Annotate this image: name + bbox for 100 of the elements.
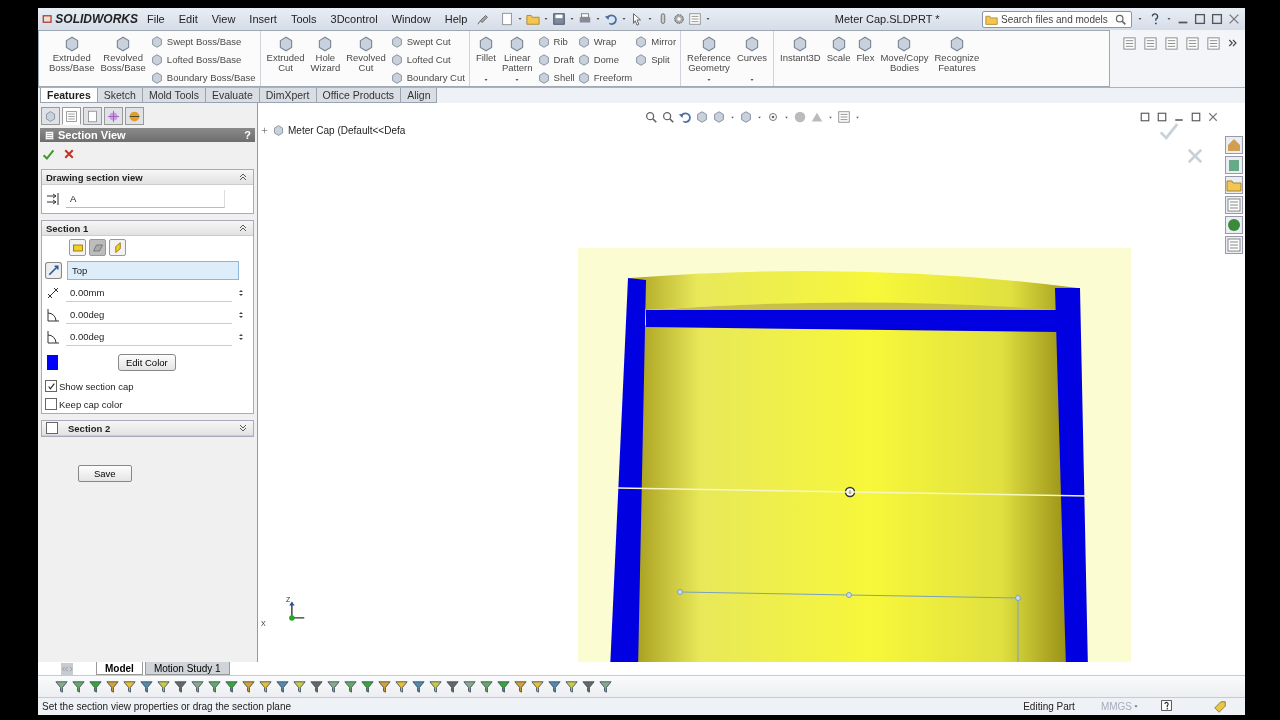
ribbon-button[interactable]: Split xyxy=(634,51,677,68)
restore-icon[interactable] xyxy=(1190,111,1202,123)
edit-color-button[interactable]: Edit Color xyxy=(118,354,176,371)
ribbon-tab[interactable]: Office Products xyxy=(315,88,402,103)
ribbon-tab[interactable]: Evaluate xyxy=(204,88,260,103)
folder-icon[interactable] xyxy=(1225,176,1243,194)
checkbox[interactable] xyxy=(45,380,57,392)
plane-button[interactable] xyxy=(69,239,86,256)
zoom-area-icon[interactable] xyxy=(661,110,675,124)
ribbon-button[interactable]: Scale xyxy=(824,31,853,86)
ribbon-button[interactable]: Draft xyxy=(536,51,575,68)
filter-icon[interactable] xyxy=(190,679,205,694)
filter-icon[interactable] xyxy=(275,679,290,694)
spin-arrows-icon[interactable] xyxy=(237,287,245,299)
settings-icon[interactable] xyxy=(672,12,687,26)
ribbon-button[interactable]: Move/Copy Bodies xyxy=(878,31,931,86)
filter-icon[interactable] xyxy=(173,679,188,694)
home-icon[interactable] xyxy=(1225,136,1243,154)
filter-icon[interactable] xyxy=(598,679,613,694)
reference-field[interactable]: Top xyxy=(67,261,239,280)
color-swatch[interactable] xyxy=(47,355,58,370)
filter-icon[interactable] xyxy=(71,679,86,694)
filter-icon[interactable] xyxy=(122,679,137,694)
group-header[interactable]: Section 2 xyxy=(42,421,253,436)
model-tab[interactable]: Motion Study 1 xyxy=(144,662,230,675)
expand-icon[interactable] xyxy=(260,126,269,135)
view-settings-icon[interactable] xyxy=(837,110,851,124)
ribbon-button[interactable]: Instant3D xyxy=(778,31,823,86)
filter-icon[interactable] xyxy=(411,679,426,694)
checkbox-row[interactable]: Show section cap xyxy=(42,377,253,395)
expand-icon[interactable] xyxy=(237,422,249,434)
panel-tab[interactable] xyxy=(104,107,123,125)
close-icon[interactable] xyxy=(1227,12,1241,26)
spin-arrows-icon[interactable] xyxy=(237,309,245,321)
globe-icon[interactable] xyxy=(1225,216,1243,234)
menu-item[interactable]: File xyxy=(142,13,170,25)
checkbox[interactable] xyxy=(45,398,57,410)
ribbon-button[interactable]: Curves xyxy=(734,31,769,63)
help-link[interactable]: ? xyxy=(244,129,251,141)
filter-icon[interactable] xyxy=(428,679,443,694)
maximize-icon[interactable] xyxy=(1210,12,1224,26)
new-document-icon[interactable] xyxy=(500,12,515,26)
filter-icon[interactable] xyxy=(241,679,256,694)
ribbon-button[interactable]: Extruded Cut xyxy=(264,31,307,86)
folder-icon[interactable] xyxy=(526,12,541,26)
document-icon[interactable] xyxy=(1122,36,1137,51)
filter-icon[interactable] xyxy=(105,679,120,694)
filter-icon[interactable] xyxy=(394,679,409,694)
menu-item[interactable]: Insert xyxy=(244,13,282,25)
ribbon-tab[interactable]: Features xyxy=(40,88,98,103)
ribbon-button[interactable]: Dome xyxy=(576,51,633,68)
filter-icon[interactable] xyxy=(513,679,528,694)
ribbon-button[interactable]: Fillet xyxy=(473,31,498,63)
filter-icon[interactable] xyxy=(207,679,222,694)
cancel-icon[interactable] xyxy=(63,148,75,160)
menu-item[interactable]: Help xyxy=(439,13,473,25)
ribbon-button[interactable]: Flex xyxy=(854,31,877,86)
ribbon-button[interactable]: Swept Boss/Base xyxy=(149,33,256,50)
group-header[interactable]: Section 1 xyxy=(42,221,253,236)
help-icon[interactable] xyxy=(1160,699,1173,712)
list-icon[interactable] xyxy=(1225,196,1243,214)
filter-icon[interactable] xyxy=(581,679,596,694)
menu-item[interactable]: 3Dcontrol xyxy=(325,13,383,25)
filter-icon[interactable] xyxy=(462,679,477,694)
close-icon[interactable] xyxy=(1207,111,1219,123)
filter-icon[interactable] xyxy=(292,679,307,694)
plane-button[interactable] xyxy=(109,239,126,256)
spin-arrows-icon[interactable] xyxy=(237,331,245,343)
panel-tab[interactable] xyxy=(125,107,144,125)
filter-icon[interactable] xyxy=(326,679,341,694)
model-tab[interactable]: Model xyxy=(96,662,143,675)
ribbon-button[interactable]: Extruded Boss/Base xyxy=(47,31,97,86)
ribbon-button[interactable]: Lofted Cut xyxy=(389,51,465,68)
ribbon-button[interactable]: Rib xyxy=(536,33,575,50)
filter-icon[interactable] xyxy=(343,679,358,694)
zoom-icon[interactable] xyxy=(644,110,658,124)
checkbox-row[interactable]: Keep cap color xyxy=(42,395,253,413)
collapse-icon[interactable] xyxy=(237,222,249,234)
filter-icon[interactable] xyxy=(224,679,239,694)
filter-icon[interactable] xyxy=(479,679,494,694)
save-button[interactable]: Save xyxy=(78,465,132,482)
ribbon-button[interactable]: Freeform xyxy=(576,69,633,86)
ribbon-tab[interactable]: Align xyxy=(400,88,438,103)
hide-show-icon[interactable] xyxy=(766,110,780,124)
filter-icon[interactable] xyxy=(496,679,511,694)
ribbon-button[interactable]: Boundary Boss/Base xyxy=(149,69,256,86)
ribbon-button[interactable]: Revolved Boss/Base xyxy=(98,31,148,86)
ribbon-button[interactable]: Hole Wizard xyxy=(308,31,343,86)
ribbon-button[interactable]: Wrap xyxy=(576,33,633,50)
ribbon-button[interactable]: Lofted Boss/Base xyxy=(149,51,256,68)
ribbon-tab[interactable]: DimXpert xyxy=(258,88,317,103)
tile-icon[interactable] xyxy=(1193,12,1207,26)
collapse-icon[interactable] xyxy=(237,171,249,183)
undo-icon[interactable] xyxy=(604,12,619,26)
menu-item[interactable]: View xyxy=(206,13,241,25)
filter-icon[interactable] xyxy=(139,679,154,694)
ribbon-tab[interactable]: Sketch xyxy=(96,88,143,103)
filter-icon[interactable] xyxy=(547,679,562,694)
save-icon[interactable] xyxy=(552,12,567,26)
filter-icon[interactable] xyxy=(445,679,460,694)
